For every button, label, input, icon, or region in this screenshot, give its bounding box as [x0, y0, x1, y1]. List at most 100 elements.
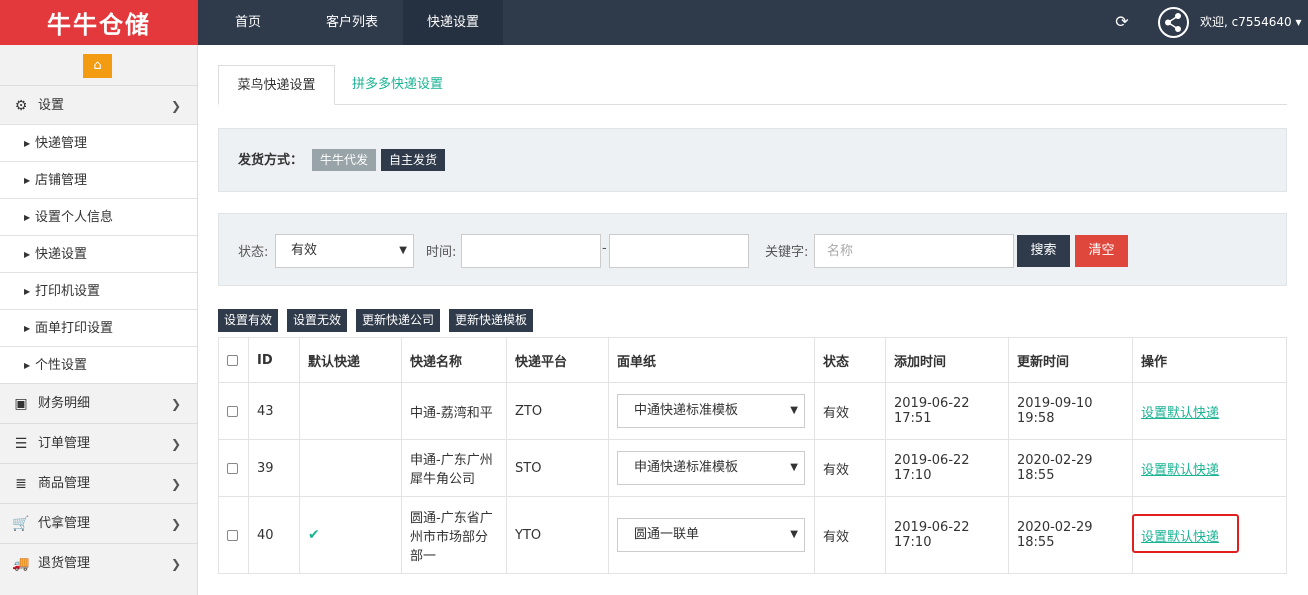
chevron-right-icon: ❯ — [170, 557, 181, 571]
status-select-value: 有效 — [291, 243, 318, 258]
clear-button[interactable]: 清空 — [1075, 235, 1128, 267]
keyword-input[interactable] — [814, 234, 1014, 268]
top-nav: 首页 客户列表 快递设置 — [198, 0, 503, 45]
status-select[interactable]: 有效 ▼ — [275, 234, 414, 268]
update-express-company-button[interactable]: 更新快递公司 — [356, 309, 441, 332]
search-button[interactable]: 搜索 — [1017, 235, 1070, 267]
sidebar-group-settings[interactable]: ⚙ 设置 ❯ — [0, 85, 197, 125]
sidebar-item-personalization[interactable]: ▶ 个性设置 — [0, 346, 197, 383]
main-content: 菜鸟快递设置 拼多多快递设置 发货方式： 牛牛代发 自主发货 状态: 有效 ▼ … — [218, 45, 1288, 595]
sidebar-item-personal-info[interactable]: ▶ 设置个人信息 — [0, 198, 197, 235]
cell-platform: STO — [506, 439, 609, 497]
sidebar-group-returns[interactable]: 🚚 退货管理 ❯ — [0, 543, 197, 583]
sidebar-group-label: 代拿管理 — [38, 516, 91, 531]
cell-paper: 申通快递标准模板 ▼ — [608, 439, 815, 497]
self-ship-button[interactable]: 自主发货 — [381, 149, 446, 171]
sidebar-item-printer-settings[interactable]: ▶ 打印机设置 — [0, 272, 197, 309]
update-express-template-button[interactable]: 更新快递模板 — [449, 309, 534, 332]
sidebar-item-store-management[interactable]: ▶ 店铺管理 — [0, 161, 197, 198]
sidebar-group-label: 退货管理 — [38, 556, 91, 571]
caret-right-icon: ▶ — [24, 361, 31, 370]
cell-added: 2019-06-22 17:51 — [885, 382, 1009, 440]
row-checkbox[interactable] — [227, 405, 238, 417]
header-status: 状态 — [814, 337, 886, 383]
sidebar-group-pickup[interactable]: 🛒 代拿管理 ❯ — [0, 503, 197, 543]
cell-updated: 2020-02-29 18:55 — [1008, 496, 1133, 574]
gears-icon: ⚙ — [14, 98, 28, 114]
table-row: 43 中通-荔湾和平 ZTO 中通快递标准模板 ▼ 有效 2019-06-22 1… — [218, 382, 1287, 440]
chevron-right-icon: ❯ — [170, 517, 181, 531]
select-all-checkbox[interactable] — [227, 354, 238, 366]
sidebar-group-label: 订单管理 — [38, 436, 91, 451]
cell-updated: 2020-02-29 18:55 — [1008, 439, 1133, 497]
tab-bar: 菜鸟快递设置 拼多多快递设置 — [218, 65, 1287, 105]
row-checkbox[interactable] — [227, 529, 238, 541]
time-end-input[interactable] — [609, 234, 749, 268]
caret-right-icon: ▶ — [24, 139, 31, 148]
sidebar-group-label: 商品管理 — [38, 476, 91, 491]
cell-platform: YTO — [506, 496, 609, 574]
time-start-input[interactable] — [461, 234, 601, 268]
paper-select[interactable]: 中通快递标准模板 ▼ — [617, 394, 805, 428]
set-default-link[interactable]: 设置默认快递 — [1141, 406, 1219, 421]
set-default-link[interactable]: 设置默认快递 — [1141, 463, 1219, 478]
sidebar-item-label: 快递设置 — [35, 247, 88, 262]
tab-cainiao[interactable]: 菜鸟快递设置 — [218, 65, 335, 105]
sidebar: ⌂ ⚙ 设置 ❯ ▶ 快递管理 ▶ 店铺管理 ▶ 设置个人信息 ▶ 快递设置 ▶ 打印机设… — [0, 45, 198, 595]
nav-express-settings[interactable]: 快递设置 — [403, 0, 503, 45]
shipping-method-label: 发货方式： — [238, 153, 304, 168]
row-checkbox[interactable] — [227, 462, 238, 474]
briefcase-icon: ▣ — [14, 396, 28, 412]
share-icon — [1165, 13, 1181, 32]
user-menu[interactable]: 欢迎, c7554640 ▾ — [1200, 0, 1302, 45]
cell-status: 有效 — [814, 439, 886, 497]
tab-pinduoduo[interactable]: 拼多多快递设置 — [352, 65, 443, 105]
bars-icon: ☰ — [14, 436, 28, 452]
paper-select-value: 申通快递标准模板 — [634, 460, 739, 475]
sidebar-item-express-settings[interactable]: ▶ 快递设置 — [0, 235, 197, 272]
row-checkbox-cell — [218, 439, 249, 497]
status-label: 状态: — [238, 245, 269, 260]
paper-select[interactable]: 申通快递标准模板 ▼ — [617, 451, 805, 485]
cell-id: 39 — [248, 439, 300, 497]
truck-icon: 🚚 — [12, 556, 30, 572]
sidebar-group-label: 财务明细 — [38, 396, 91, 411]
row-checkbox-cell — [218, 496, 249, 574]
list-icon: ≣ — [15, 476, 27, 492]
home-icon[interactable]: ⌂ — [83, 54, 112, 78]
sidebar-group-finance[interactable]: ▣ 财务明细 ❯ — [0, 383, 197, 423]
check-icon: ✔ — [308, 527, 320, 543]
paper-select-value: 圆通一联单 — [634, 527, 700, 542]
nav-customer-list[interactable]: 客户列表 — [298, 0, 403, 45]
sidebar-group-orders[interactable]: ☰ 订单管理 ❯ — [0, 423, 197, 463]
shipping-method-panel: 发货方式： 牛牛代发 自主发货 — [218, 128, 1287, 192]
nav-home[interactable]: 首页 — [198, 0, 298, 45]
caret-right-icon: ▶ — [24, 213, 31, 222]
refresh-icon[interactable]: ⟳ — [1113, 13, 1131, 31]
header-updated: 更新时间 — [1008, 337, 1133, 383]
caret-right-icon: ▶ — [24, 324, 31, 333]
highlight-box — [1132, 514, 1239, 553]
sidebar-group-label: 设置 — [38, 98, 65, 113]
sidebar-group-products[interactable]: ≣ 商品管理 ❯ — [0, 463, 197, 503]
cell-action: 设置默认快递 — [1132, 382, 1287, 440]
sidebar-item-express-management[interactable]: ▶ 快递管理 — [0, 124, 197, 161]
row-checkbox-cell — [218, 382, 249, 440]
set-valid-button[interactable]: 设置有效 — [218, 309, 279, 332]
niuniu-ship-button[interactable]: 牛牛代发 — [312, 149, 377, 171]
chevron-right-icon: ❯ — [170, 397, 181, 411]
user-avatar[interactable] — [1158, 7, 1189, 38]
caret-right-icon: ▶ — [24, 176, 31, 185]
set-invalid-button[interactable]: 设置无效 — [287, 309, 348, 332]
sidebar-item-waybill-print-settings[interactable]: ▶ 面单打印设置 — [0, 309, 197, 346]
cell-added: 2019-06-22 17:10 — [885, 439, 1009, 497]
cell-status: 有效 — [814, 496, 886, 574]
table-row: 40 ✔ 圆通-广东省广州市市场部分部一 YTO 圆通一联单 ▼ 有效 2019-… — [218, 496, 1287, 574]
paper-select[interactable]: 圆通一联单 ▼ — [617, 518, 805, 552]
top-bar: 首页 客户列表 快递设置 ⟳ 欢迎, c7554640 ▾ — [198, 0, 1308, 45]
table-header-row: ID 默认快递 快递名称 快递平台 面单纸 状态 添加时间 更新时间 操作 — [218, 337, 1287, 383]
caret-down-icon: ▼ — [790, 462, 798, 473]
header-platform: 快递平台 — [506, 337, 609, 383]
express-table: ID 默认快递 快递名称 快递平台 面单纸 状态 添加时间 更新时间 操作 43… — [218, 337, 1287, 574]
keyword-label: 关键字: — [765, 245, 809, 260]
